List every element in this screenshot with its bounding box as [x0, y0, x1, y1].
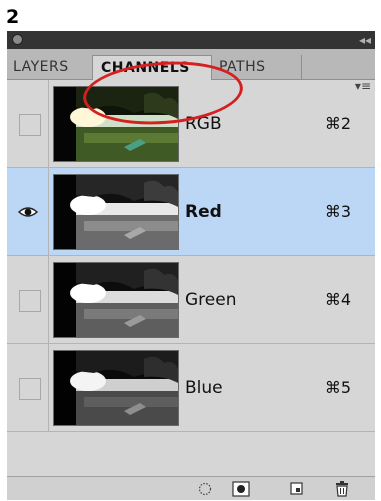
visibility-toggle[interactable] — [7, 256, 49, 344]
channel-shortcut: ⌘5 — [324, 378, 351, 397]
channel-name: Green — [185, 290, 237, 310]
channel-shortcut: ⌘4 — [324, 290, 351, 309]
collapse-icon[interactable]: ◂◂ — [359, 32, 371, 48]
channel-row-red[interactable]: Red ⌘3 — [7, 168, 375, 256]
channel-thumbnail — [53, 350, 179, 426]
channel-name: Blue — [185, 378, 223, 398]
trash-icon[interactable] — [335, 481, 349, 497]
channel-shortcut: ⌘2 — [324, 114, 351, 133]
channel-shortcut: ⌘3 — [324, 202, 351, 221]
channels-panel: ◂◂ LAYERS CHANNELS PATHS ▾≡ RGB ⌘2 Red ⌘… — [7, 31, 375, 500]
close-icon[interactable] — [12, 34, 23, 45]
dotted-circle-icon[interactable] — [197, 481, 213, 497]
panel-footer — [7, 476, 375, 500]
channel-row-green[interactable]: Green ⌘4 — [7, 256, 375, 344]
channel-row-blue[interactable]: Blue ⌘5 — [7, 344, 375, 432]
new-channel-icon[interactable] — [289, 481, 305, 497]
step-number: 2 — [6, 6, 20, 28]
visibility-box — [19, 378, 41, 400]
channel-thumbnail — [53, 174, 179, 250]
visibility-toggle[interactable] — [7, 168, 49, 256]
visibility-box — [19, 290, 41, 312]
visibility-box — [19, 114, 41, 136]
channel-name: Red — [185, 202, 222, 222]
tab-layers[interactable]: LAYERS — [7, 55, 100, 80]
visibility-toggle[interactable] — [7, 344, 49, 432]
channel-thumbnail — [53, 262, 179, 338]
eye-icon — [18, 207, 38, 217]
visibility-toggle[interactable] — [7, 80, 49, 168]
panel-titlebar: ◂◂ — [7, 31, 375, 49]
mask-icon[interactable] — [232, 481, 250, 497]
